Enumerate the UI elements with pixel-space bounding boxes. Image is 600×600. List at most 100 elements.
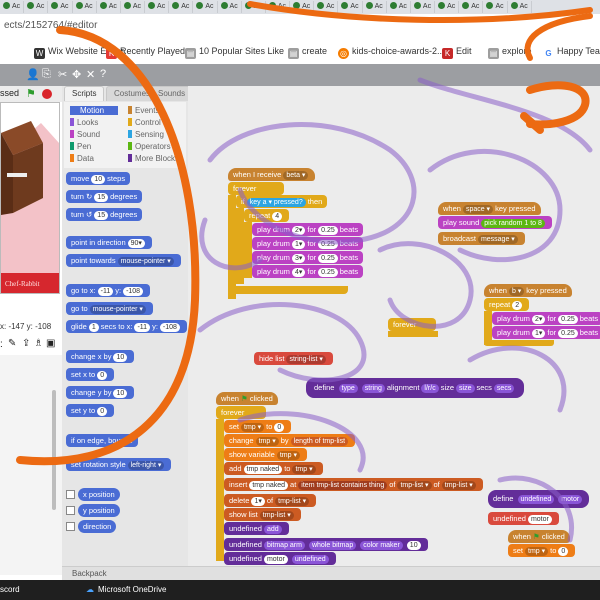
browser-tab[interactable]: Ac [266,1,291,13]
define-undefined-block[interactable]: define undefined motor [488,490,590,508]
set-y-block[interactable]: set y to 0 [66,404,115,417]
taskbar-item-discord[interactable]: scord [0,585,20,594]
backpack-bar[interactable]: Backpack [62,566,600,581]
person-icon[interactable]: 👤 [26,68,40,81]
browser-tab[interactable]: Ac [73,1,97,13]
move-steps-block[interactable]: move 10 steps [66,172,131,185]
browser-tab[interactable]: Ac [411,1,436,13]
browser-tab[interactable]: Ac [314,1,339,13]
bookmark-kids-choice[interactable]: ◎ kids-choice-awards-2... [338,46,445,59]
glide-block[interactable]: glide 1 secs to x: -11 y: -108 [66,320,187,333]
tab-scripts[interactable]: Scripts [64,86,105,101]
scripts-area[interactable]: when I receive beta ▾ forever if key a ▾ p… [188,86,600,566]
when-flag-clicked-hat[interactable]: when ⚑ clicked [216,392,278,405]
piano-sprite[interactable] [1,121,43,215]
set-variable-block[interactable]: set tmp ▾ to 0 [508,544,576,557]
browser-tab[interactable]: Ac [97,1,121,13]
stop-sign-icon[interactable] [42,89,52,99]
delete-of-list-block[interactable]: delete 1▾ of tmp-list ▾ [224,494,317,507]
define-type-block[interactable]: define type string alignment l/r/c size size s… [306,378,525,398]
repeat-block[interactable]: repeat 4 [244,209,290,222]
browser-tab[interactable]: Ac [193,1,218,13]
browser-tab[interactable]: Ac [169,1,194,13]
tab-sounds[interactable]: Sounds [150,86,194,101]
repeat-block[interactable]: repeat 2 [484,298,530,311]
browser-tab[interactable]: Ac [48,1,73,13]
green-flag-icon[interactable]: ⚑ [26,87,36,100]
forever-block[interactable]: forever [216,406,266,419]
category-sensing[interactable]: Sensing [128,130,164,139]
category-control[interactable]: Control [128,118,161,127]
play-drum-block[interactable]: play drum 2▾ for 0.25 beats [252,223,364,236]
camera-icon[interactable]: ▣ [46,338,55,349]
go-to-xy-block[interactable]: go to x: -11 y: -108 [66,284,151,297]
set-x-block[interactable]: set x to 0 [66,368,115,381]
show-variable-block[interactable]: show variable tmp ▾ [224,448,307,461]
paint-sprite-icon[interactable]: ✎ [8,338,16,349]
category-motion[interactable]: Motion [70,106,119,115]
bookmark-edit[interactable]: K Edit [442,46,472,59]
browser-tab[interactable]: Ac [508,1,532,13]
palette-scrollbar[interactable] [52,390,56,510]
category-looks[interactable]: Looks [70,118,98,127]
browser-tab[interactable]: Ac [145,1,170,13]
if-then-block[interactable]: if key a ▾ pressed? then [236,195,328,208]
browser-tab[interactable]: Ac [363,1,387,13]
category-sound[interactable]: Sound [70,130,100,139]
point-towards-block[interactable]: point towards mouse-pointer ▾ [66,254,181,267]
play-drum-block[interactable]: play drum 4▾ for 0.25 beats [252,265,364,278]
broadcast-block[interactable]: broadcast message ▾ [438,232,525,245]
hide-list-block[interactable]: hide list string-list ▾ [254,352,333,365]
browser-tab[interactable]: Ac [483,1,508,13]
url-text[interactable]: ects/2152764/#editor [4,20,97,31]
bookmark-happy-teach[interactable]: GHappy Teach [543,46,600,59]
bookmark-recently-played[interactable]: K Recently Played » [106,46,193,59]
library-sprite-icon[interactable]: ♗ [34,338,43,349]
browser-tab[interactable]: Ac [435,1,460,13]
taskbar-item-onedrive[interactable]: Microsoft OneDrive [98,585,166,594]
insert-at-list-block[interactable]: insert tmp naked at item tmp-list contains … [224,478,483,491]
undefined-add-block[interactable]: undefined add [224,522,289,535]
when-key-pressed-hat[interactable]: when space ▾ key pressed [438,202,541,215]
play-sound-block[interactable]: play sound pick random 1 to 8 [438,216,552,229]
y-position-reporter[interactable]: y position [78,504,120,517]
category-events[interactable]: Events [128,106,159,115]
browser-tab[interactable]: Ac [338,1,363,13]
play-drum-block[interactable]: play drum 1▾ for 0.25 beats [252,237,364,250]
undefined-motor-block[interactable]: undefined motor undefined [224,552,336,565]
turn-left-block[interactable]: turn ↺ 15 degrees [66,208,143,221]
direction-checkbox[interactable] [66,522,75,531]
grow-icon[interactable]: ✥ [72,68,81,81]
forever-block[interactable]: forever [388,318,436,331]
bookmark-create[interactable]: ▤ create [288,46,327,59]
category-operators[interactable]: Operators [128,142,171,151]
when-i-receive-hat[interactable]: when I receive beta ▾ [228,168,316,181]
add-to-list-block[interactable]: add tmp naked to tmp ▾ [224,462,323,475]
category-data[interactable]: Data [70,154,94,163]
change-x-block[interactable]: change x by 10 [66,350,135,363]
help-icon[interactable]: ? [100,68,106,80]
bounce-block[interactable]: if on edge, bounce [66,434,138,447]
show-list-block[interactable]: show list tmp-list ▾ [224,508,301,521]
y-position-checkbox[interactable] [66,506,75,515]
category-pen[interactable]: Pen [70,142,91,151]
bookmark-explore[interactable]: ▤ explore [488,46,532,59]
browser-tab[interactable]: Ac [459,1,484,13]
undefined-block[interactable]: undefined motor [488,512,559,525]
category-more-blocks[interactable]: More Blocks [128,154,179,163]
play-drum-block[interactable]: play drum 1▾ for 0.25 beats [492,326,600,339]
browser-tab[interactable]: Ac [121,1,146,13]
change-variable-block[interactable]: change tmp ▾ by length of tmp-list [224,434,356,447]
browser-tab[interactable]: Ac [387,1,411,13]
set-variable-block[interactable]: set tmp ▾ to 0 [224,420,292,433]
address-bar[interactable]: ects/2152764/#editor [0,14,600,41]
point-in-direction-block[interactable]: point in direction 90▾ [66,236,152,249]
stage[interactable]: Chef-Rabbit [0,102,60,294]
browser-tab[interactable]: Ac [218,1,242,13]
turn-right-block[interactable]: turn ↻ 15 degrees [66,190,143,203]
shrink-icon[interactable]: ✕ [86,68,95,81]
when-key-pressed-hat[interactable]: when b ▾ key pressed [484,284,572,297]
rotation-style-block[interactable]: set rotation style left-right ▾ [66,458,172,471]
when-flag-clicked-hat[interactable]: when ⚑ clicked [508,530,570,543]
play-drum-block[interactable]: play drum 3▾ for 0.25 beats [252,251,364,264]
